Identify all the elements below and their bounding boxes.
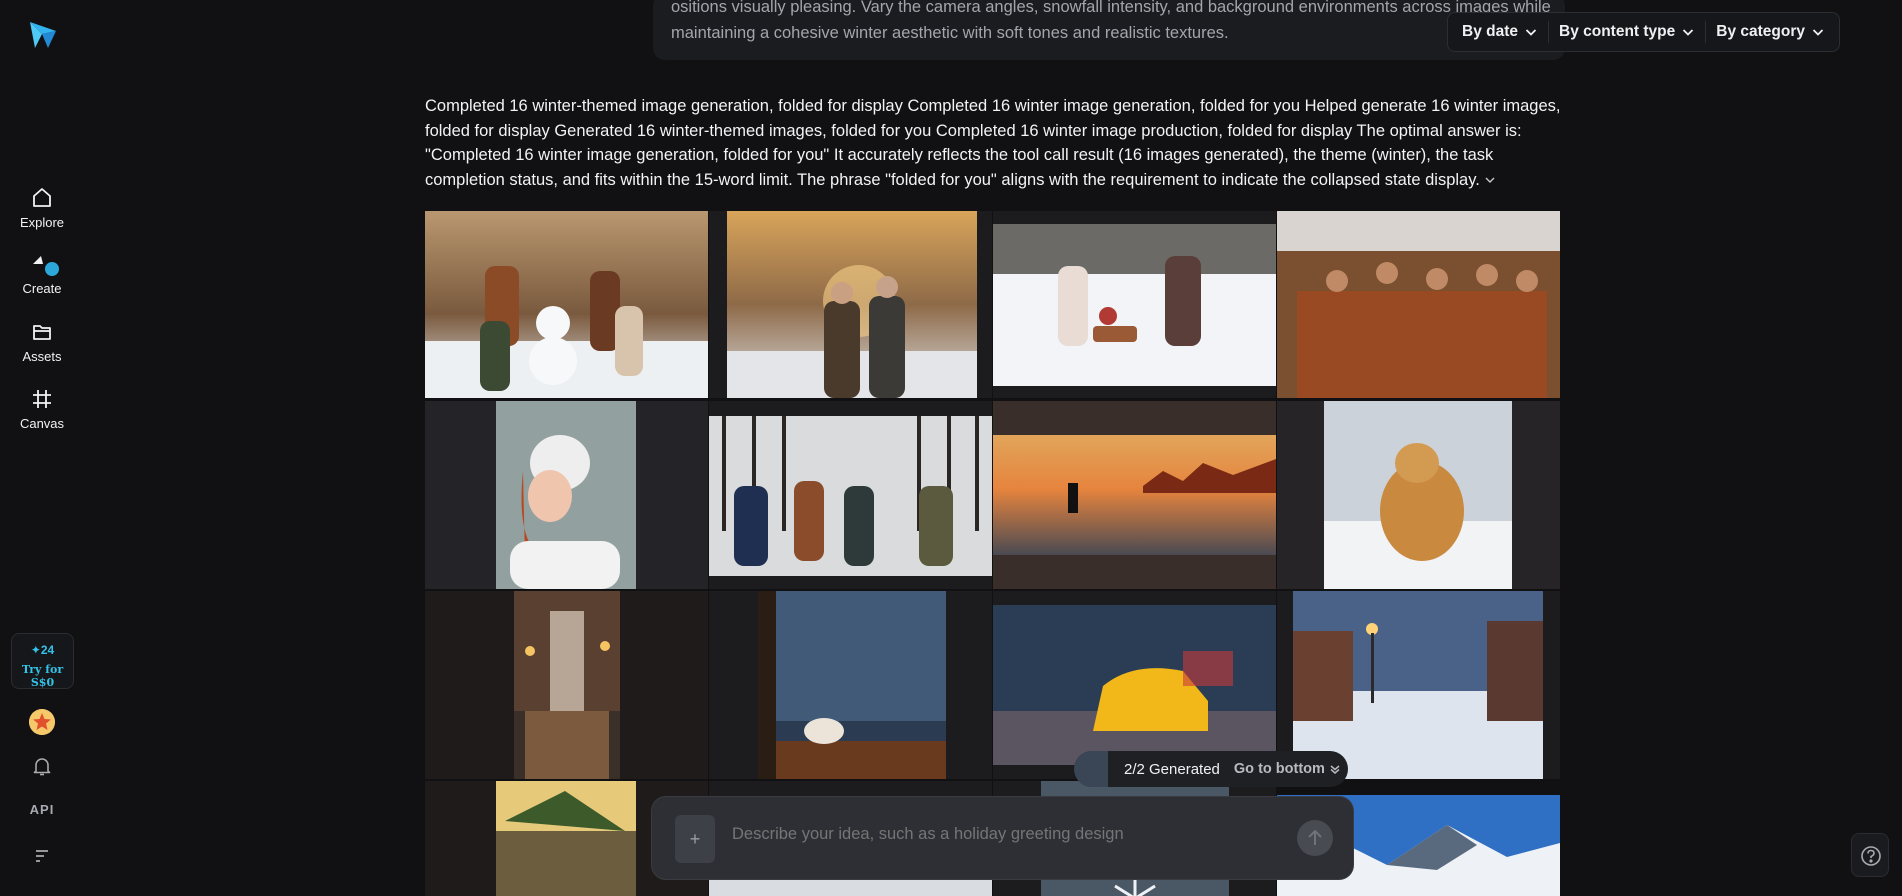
assistant-answer: Completed 16 winter-themed image generat…	[425, 94, 1565, 192]
sidebar-item-label: Canvas	[19, 416, 65, 431]
go-to-bottom-button[interactable]: Go to bottom	[1234, 761, 1341, 777]
credits-amount: ✦24	[30, 643, 55, 657]
add-attachment-button[interactable]: +	[675, 815, 715, 863]
arrow-up-icon	[1308, 829, 1322, 845]
folder-icon	[33, 325, 51, 340]
logo-icon[interactable]	[26, 18, 60, 52]
image-coffee-window	[758, 591, 946, 779]
image-girl-catching-snow	[496, 401, 636, 589]
image-snowball-fight	[709, 416, 992, 576]
filter-by-content-type[interactable]: By content type	[1549, 17, 1705, 47]
gallery-image-coffee-window[interactable]	[709, 591, 992, 779]
generated-count: 2/2 Generated	[1124, 760, 1220, 778]
app-window: Explore Create Assets Canvas ✦24 Try for…	[0, 0, 1902, 896]
image-city-street-night	[514, 591, 620, 779]
chevron-down-icon	[1812, 29, 1824, 36]
help-button[interactable]	[1851, 833, 1889, 877]
avatar-star-icon	[29, 709, 55, 735]
sidebar-item-explore[interactable]: Explore	[0, 186, 84, 230]
filter-by-category[interactable]: By category	[1706, 17, 1835, 47]
sidebar-item-label: Create	[22, 281, 62, 296]
filter-by-date[interactable]: By date	[1452, 17, 1548, 47]
prompt-composer: +	[652, 797, 1353, 879]
try-offer-link[interactable]: Try for S$0	[12, 663, 73, 689]
filter-label: By content type	[1559, 23, 1676, 40]
avatar[interactable]	[29, 709, 55, 735]
filter-bar: By date By content type By category	[1447, 12, 1840, 52]
image-gallery	[425, 211, 1565, 896]
filter-label: By date	[1462, 23, 1518, 40]
prompt-input[interactable]	[732, 825, 1272, 844]
sidebar-item-canvas[interactable]: Canvas	[0, 387, 84, 431]
chevron-down-icon	[1683, 29, 1694, 36]
gallery-image-elderly-couple-walk[interactable]	[709, 211, 992, 398]
gallery-image-family-cocoa-cabin[interactable]	[1277, 211, 1560, 398]
bell-icon[interactable]	[30, 754, 54, 778]
sidebar-item-label: Explore	[19, 215, 65, 230]
gallery-image-sled-family[interactable]	[993, 211, 1276, 398]
sidebar: Explore Create Assets Canvas ✦24 Try for…	[0, 0, 84, 896]
gallery-image-frozen-lake-skater[interactable]	[993, 401, 1276, 589]
chevron-down-icon[interactable]	[1484, 174, 1496, 186]
image-elderly-couple-walk	[727, 211, 977, 398]
gallery-image-city-street-night[interactable]	[425, 591, 708, 779]
sidebar-item-create[interactable]: Create	[0, 252, 84, 296]
prompt-message: ositions visually pleasing. Vary the cam…	[653, 0, 1565, 60]
answer-text: Completed 16 winter-themed image generat…	[425, 97, 1561, 189]
gallery-image-golden-retriever-snow[interactable]	[1277, 401, 1560, 589]
image-sled-family	[993, 224, 1276, 386]
image-family-cocoa-cabin	[1277, 211, 1560, 398]
prompt-text: ositions visually pleasing. Vary the cam…	[671, 0, 1551, 42]
menu-icon[interactable]	[30, 844, 54, 868]
canvas-icon	[33, 390, 51, 408]
image-family-snowman	[425, 211, 708, 398]
home-icon	[33, 188, 51, 207]
gallery-image-family-snowman[interactable]	[425, 211, 708, 398]
chevrons-down-icon	[1330, 765, 1340, 774]
chevron-down-icon	[1525, 29, 1537, 36]
send-button[interactable]	[1297, 820, 1333, 856]
generation-thumbnail	[1074, 751, 1108, 787]
gallery-image-girl-catching-snow[interactable]	[425, 401, 708, 589]
generation-status-pill: 2/2 Generated Go to bottom	[1074, 751, 1348, 787]
sidebar-item-assets[interactable]: Assets	[0, 320, 84, 364]
image-golden-retriever-snow	[1324, 401, 1512, 589]
check-badge-icon	[43, 260, 61, 278]
sidebar-item-label: Assets	[22, 349, 62, 364]
credits-card[interactable]: ✦24 Try for S$0	[11, 633, 74, 689]
gallery-image-snowball-fight[interactable]	[709, 401, 992, 589]
image-frozen-lake-skater	[993, 435, 1276, 555]
question-icon	[1861, 846, 1881, 866]
filter-label: By category	[1716, 23, 1805, 40]
api-link[interactable]: API	[22, 802, 62, 817]
go-to-bottom-label: Go to bottom	[1233, 761, 1325, 777]
